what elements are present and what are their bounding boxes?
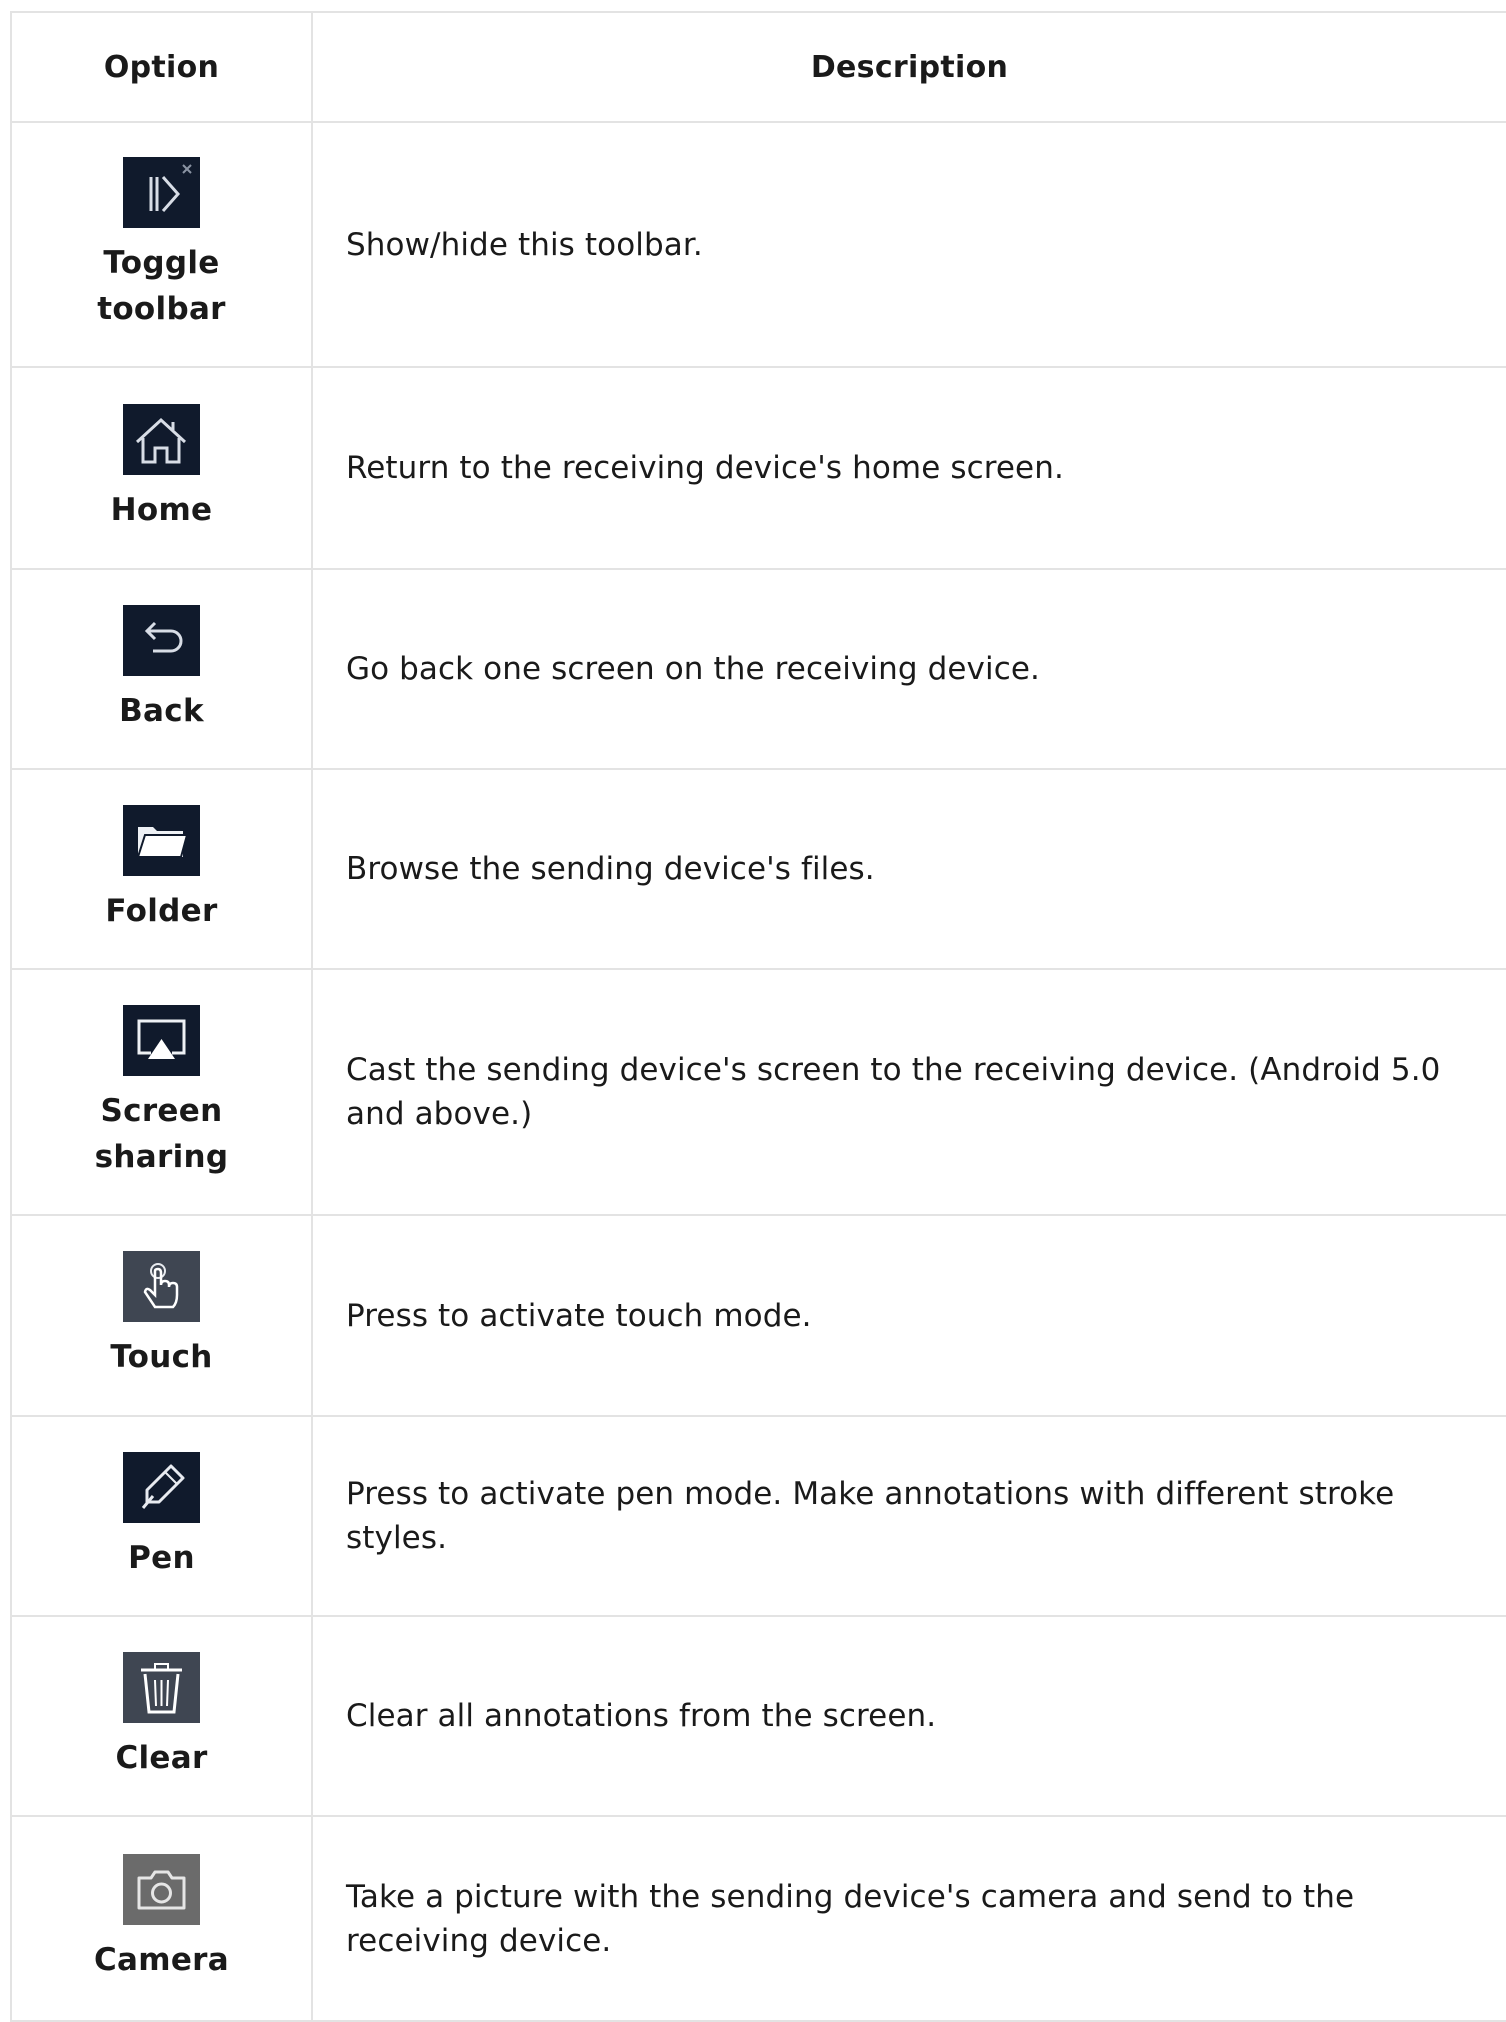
table-row: Home Return to the receiving device's ho… (10, 366, 1506, 570)
option-description: Press to activate pen mode. Make annotat… (311, 1415, 1506, 1617)
table-header-row: Option Description (10, 11, 1506, 123)
option-description: Press to activate touch mode. (311, 1214, 1506, 1417)
option-label: Clear (115, 1739, 208, 1776)
option-cell: Touch (10, 1214, 313, 1417)
table-row: Folder Browse the sending device's files… (10, 768, 1506, 970)
option-description: Browse the sending device's files. (311, 768, 1506, 970)
back-arrow-icon (123, 604, 200, 676)
option-cell: Screen sharing (10, 968, 313, 1216)
options-table: Option Description Toggle toolbar Show/h… (10, 11, 1506, 2022)
table-row: Back Go back one screen on the receiving… (10, 568, 1506, 770)
option-cell: Camera (10, 1815, 313, 2022)
table-row: Touch Press to activate touch mode. (10, 1214, 1506, 1417)
option-cell: Folder (10, 768, 313, 970)
table-row: Clear Clear all annotations from the scr… (10, 1615, 1506, 1817)
option-label: Touch (110, 1339, 213, 1375)
description-column-header: Description (311, 11, 1506, 123)
home-icon (123, 403, 200, 475)
option-cell: Back (10, 568, 313, 770)
option-description: Show/hide this toolbar. (311, 121, 1506, 368)
table-row: Toggle toolbar Show/hide this toolbar. (10, 121, 1506, 368)
option-label: Toggle toolbar (97, 245, 226, 327)
option-description: Go back one screen on the receiving devi… (311, 568, 1506, 770)
camera-icon (123, 1854, 200, 1925)
option-description: Return to the receiving device's home sc… (311, 366, 1506, 570)
option-description: Take a picture with the sending device's… (311, 1815, 1506, 2022)
option-cell: Clear (10, 1615, 313, 1817)
option-cell: Home (10, 366, 313, 570)
table-row: Pen Press to activate pen mode. Make ann… (10, 1415, 1506, 1617)
trash-icon (123, 1651, 200, 1723)
option-cell: Pen (10, 1415, 313, 1617)
option-column-header: Option (10, 11, 313, 123)
table-row: Screen sharing Cast the sending device's… (10, 968, 1506, 1216)
pen-icon (123, 1451, 200, 1523)
option-label: Camera (93, 1942, 229, 1978)
option-label: Screen sharing (94, 1092, 229, 1175)
toggle-toolbar-icon (123, 157, 200, 228)
table-row: Camera Take a picture with the sending d… (10, 1815, 1506, 2022)
option-label: Pen (128, 1539, 195, 1576)
option-label: Home (110, 491, 213, 528)
option-description: Cast the sending device's screen to the … (311, 968, 1506, 1216)
option-cell: Toggle toolbar (10, 121, 313, 368)
option-label: Folder (105, 892, 218, 929)
option-description: Clear all annotations from the screen. (311, 1615, 1506, 1817)
option-label: Back (119, 692, 204, 729)
touch-hand-icon (123, 1251, 200, 1322)
screen-sharing-icon (123, 1004, 200, 1076)
folder-icon (123, 804, 200, 876)
